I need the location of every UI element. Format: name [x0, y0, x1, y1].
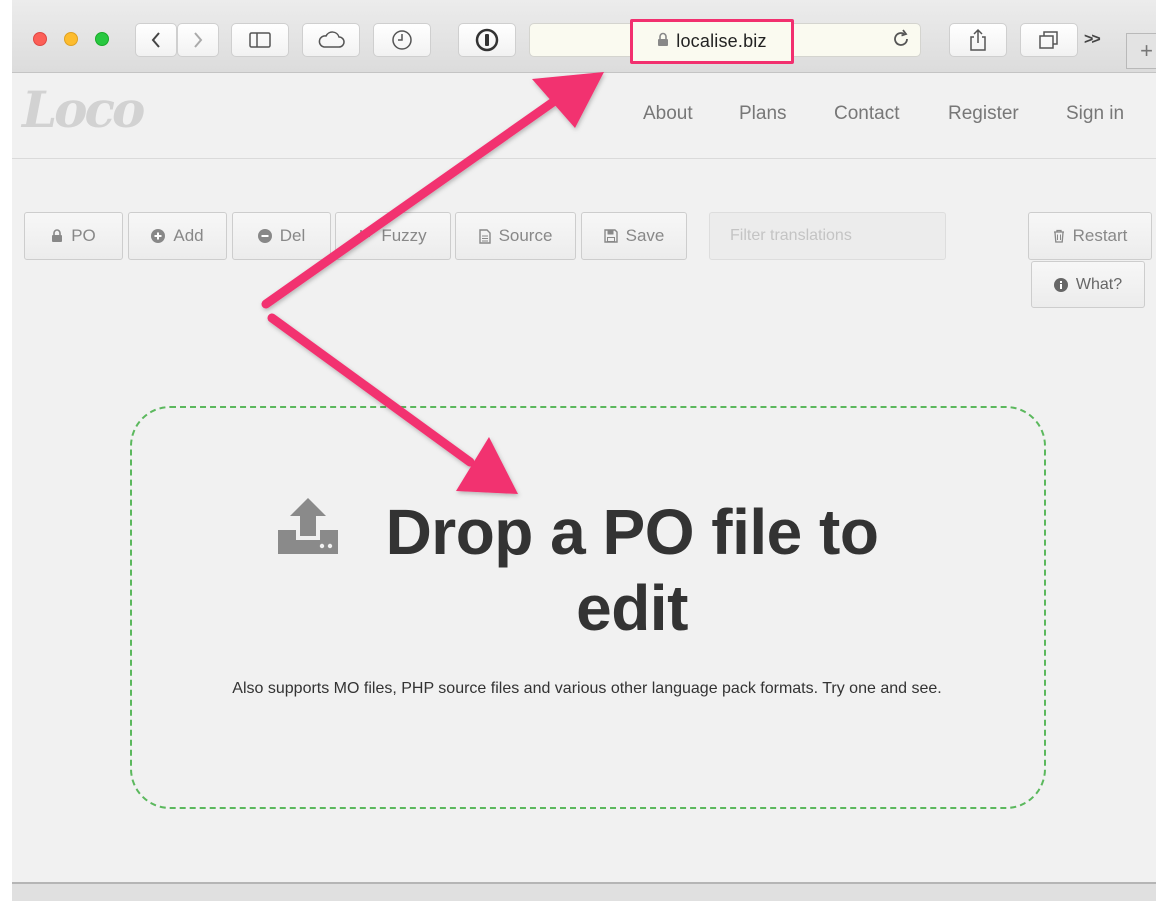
file-icon: [478, 228, 491, 244]
tabs-icon: [1039, 31, 1058, 49]
upload-icon: [276, 496, 340, 561]
save-button-label: Save: [625, 226, 665, 245]
restart-button-label: Restart: [1072, 226, 1128, 245]
zoom-window-button[interactable]: [95, 32, 109, 46]
info-icon: [1053, 277, 1068, 292]
filter-translations-input[interactable]: [709, 212, 946, 260]
reload-icon: [894, 29, 908, 46]
1password-icon: [475, 28, 499, 52]
new-tab-button[interactable]: +: [1126, 33, 1156, 69]
trash-icon: [1053, 229, 1065, 243]
icloud-tabs-button[interactable]: [302, 23, 360, 57]
what-button-label: What?: [1075, 275, 1123, 293]
forward-button[interactable]: [177, 23, 219, 57]
password-manager-button[interactable]: [458, 23, 516, 57]
overflow-button[interactable]: >>: [1084, 31, 1101, 49]
close-window-button[interactable]: [33, 32, 47, 46]
cloud-icon: [318, 31, 345, 48]
minus-circle-icon: [257, 229, 272, 243]
url-highlight-box[interactable]: localise.biz: [630, 19, 794, 64]
nav-contact[interactable]: Contact: [834, 103, 899, 125]
add-button-label: Add: [173, 226, 204, 245]
lock-icon: [51, 229, 63, 243]
nav-about[interactable]: About: [643, 103, 693, 125]
browser-toolbar: >> +: [12, 0, 1156, 73]
nav-plans[interactable]: Plans: [739, 103, 787, 125]
back-button[interactable]: [135, 23, 177, 57]
plus-circle-icon: [151, 229, 166, 243]
save-button[interactable]: Save: [581, 212, 687, 260]
minimize-window-button[interactable]: [64, 32, 78, 46]
history-button[interactable]: [373, 23, 431, 57]
drop-zone-title: Drop a PO file to edit: [385, 496, 879, 644]
delete-button[interactable]: Del: [232, 212, 331, 260]
drop-zone-subtitle: Also supports MO files, PHP source files…: [232, 680, 942, 697]
nav-register[interactable]: Register: [948, 103, 1019, 125]
clock-icon: [392, 30, 412, 50]
loco-logo[interactable]: Loco: [22, 80, 145, 139]
fuzzy-button[interactable]: Fuzzy: [335, 212, 451, 260]
share-button[interactable]: [949, 23, 1007, 57]
fuzzy-button-label: Fuzzy: [381, 226, 427, 245]
plus-icon: +: [1140, 38, 1153, 63]
status-bar: [12, 882, 1156, 901]
delete-button-label: Del: [279, 226, 306, 245]
chevron-left-icon: [151, 32, 160, 48]
add-button[interactable]: Add: [128, 212, 227, 260]
po-button[interactable]: PO: [24, 212, 123, 260]
source-button[interactable]: Source: [455, 212, 576, 260]
source-button-label: Source: [498, 226, 553, 245]
po-button-label: PO: [71, 226, 96, 245]
browser-window: >> + Loco About Plans Contact Register S…: [12, 0, 1156, 901]
share-icon: [970, 28, 986, 51]
floppy-disk-icon: [603, 229, 618, 243]
show-all-tabs-button[interactable]: [1020, 23, 1078, 57]
header-divider: [12, 158, 1156, 159]
lock-icon: [657, 32, 669, 52]
flag-icon: [359, 229, 373, 243]
nav-sign-in[interactable]: Sign in: [1066, 103, 1124, 125]
chevron-right-icon: [194, 32, 203, 48]
sidebar-icon: [249, 32, 271, 48]
reload-button[interactable]: [890, 28, 912, 55]
url-text: localise.biz: [676, 31, 767, 51]
what-button[interactable]: What?: [1031, 261, 1145, 308]
restart-button[interactable]: Restart: [1028, 212, 1152, 260]
sidebar-button[interactable]: [231, 23, 289, 57]
